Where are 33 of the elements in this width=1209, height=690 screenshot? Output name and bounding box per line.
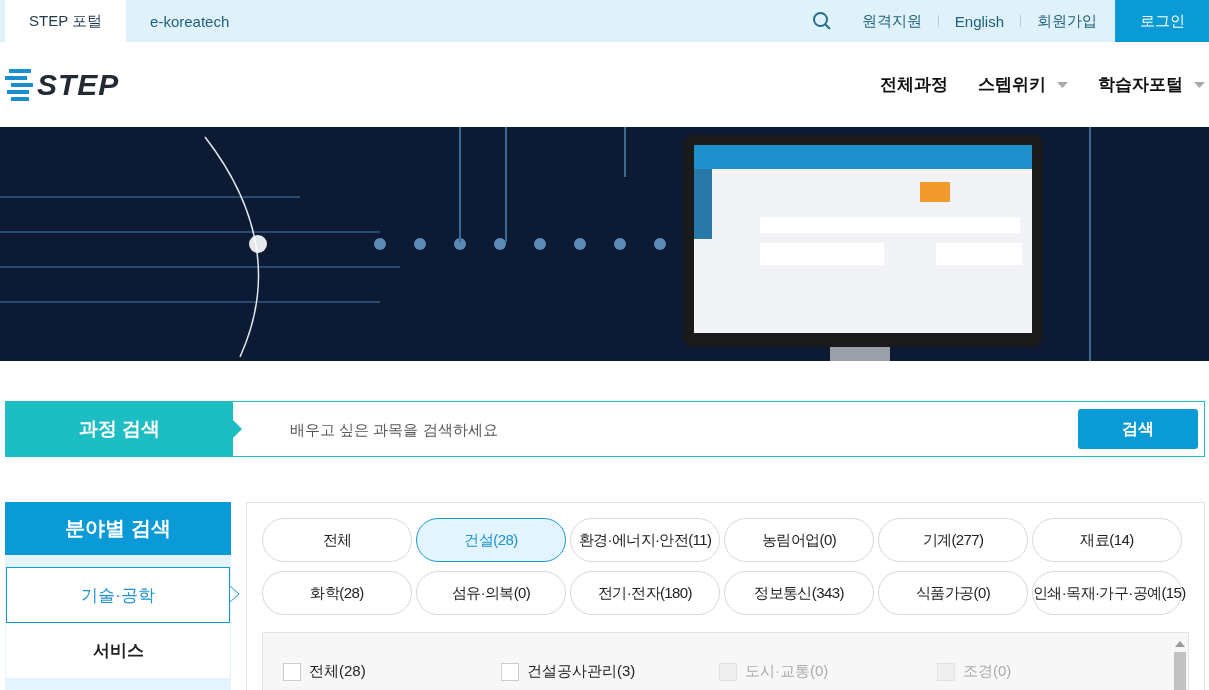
field-chip[interactable]: 정보통신(343) [724,571,874,615]
checkbox-label: 전체(28) [309,662,366,681]
search-label: 과정 검색 [6,402,233,456]
checkbox-label: 조경(0) [963,662,1012,681]
field-chip[interactable]: 섬유·의복(0) [416,571,566,615]
nav-item[interactable]: 전체과정 [880,73,948,96]
field-chip[interactable]: 전체 [262,518,412,562]
category-item[interactable]: 서비스 [6,623,230,678]
search-icon[interactable] [811,11,832,31]
top-link[interactable]: 회원가입 [1033,11,1101,31]
site-tab[interactable]: STEP 포털 [5,0,127,42]
field-chip[interactable]: 농림어업(0) [724,518,874,562]
pointer-icon [233,420,242,438]
field-chip[interactable]: 식품가공(0) [878,571,1028,615]
site-tab[interactable]: e-koreatech [126,0,254,42]
field-chip[interactable]: 화학(28) [262,571,412,615]
scroll-up-icon[interactable] [1175,641,1185,647]
top-link[interactable]: English [950,12,1008,30]
logo-text[interactable]: STEP [37,67,120,102]
field-chip[interactable]: 전기·전자(180) [570,571,720,615]
panel-title: 분야별 검색 [5,502,231,555]
checkbox-label: 도시·교통(0) [745,662,829,681]
field-chip[interactable]: 기계(277) [878,518,1028,562]
top-link[interactable]: 원격지원 [857,11,926,31]
checkbox[interactable] [283,662,301,681]
pointer-icon [230,586,239,602]
nav-item[interactable]: 학습자포털 [1098,73,1205,96]
logo-stripes-icon [5,67,35,102]
checkbox[interactable] [501,662,519,681]
field-chip[interactable]: 재료(14) [1032,518,1182,562]
checkbox-label: 건설공사관리(3) [527,662,636,681]
nav-item[interactable]: 스텝위키 [978,73,1068,96]
field-chip[interactable]: 환경·에너지·안전(11) [570,518,720,562]
